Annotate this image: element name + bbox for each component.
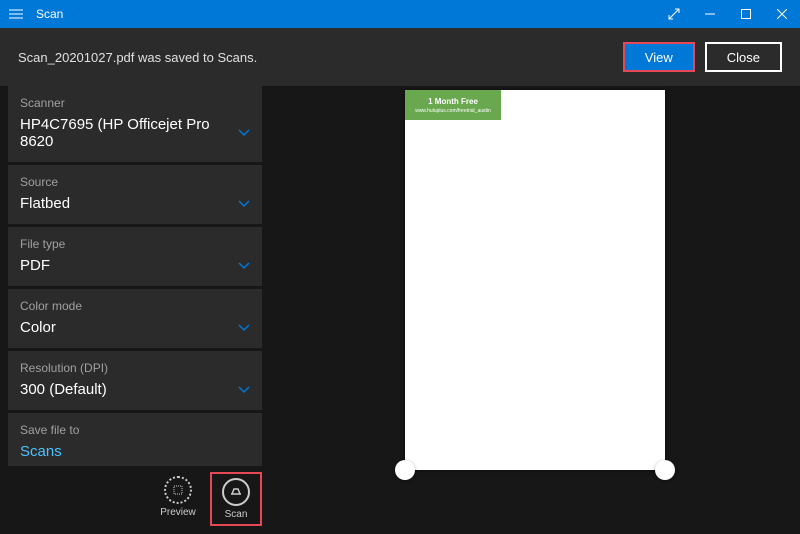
source-value: Flatbed bbox=[20, 195, 70, 212]
hamburger-icon bbox=[9, 9, 23, 19]
scan-icon bbox=[222, 478, 250, 506]
chevron-down-icon bbox=[238, 129, 250, 137]
chevron-down-icon bbox=[238, 386, 250, 394]
resolution-label: Resolution (DPI) bbox=[20, 361, 250, 375]
preview-label: Preview bbox=[160, 507, 196, 518]
diagonal-arrows-icon bbox=[668, 8, 680, 20]
preview-button[interactable]: Preview bbox=[152, 472, 204, 526]
window-title: Scan bbox=[32, 7, 656, 21]
chevron-down-icon bbox=[238, 262, 250, 270]
preview-area: 1 Month Free www.huluplus.com/freetrial_… bbox=[270, 86, 800, 534]
scanner-setting[interactable]: Scanner HP4C7695 (HP Officejet Pro 8620 bbox=[8, 86, 262, 162]
action-buttons: Preview Scan bbox=[0, 466, 270, 534]
colormode-setting[interactable]: Color mode Color bbox=[8, 289, 262, 348]
chevron-down-icon bbox=[238, 324, 250, 332]
crop-handle-bottom-right[interactable] bbox=[655, 460, 675, 480]
scanner-value: HP4C7695 (HP Officejet Pro 8620 bbox=[20, 116, 238, 150]
resolution-setting[interactable]: Resolution (DPI) 300 (Default) bbox=[8, 351, 262, 410]
savefile-label: Save file to bbox=[20, 423, 250, 437]
scanned-page[interactable]: 1 Month Free www.huluplus.com/freetrial_… bbox=[405, 90, 665, 470]
window-controls bbox=[656, 0, 800, 28]
close-icon bbox=[777, 9, 787, 19]
hamburger-menu-button[interactable] bbox=[0, 9, 32, 19]
settings-sidebar: Scanner HP4C7695 (HP Officejet Pro 8620 … bbox=[0, 86, 270, 534]
savefile-setting[interactable]: Save file to Scans bbox=[8, 413, 262, 466]
resolution-value: 300 (Default) bbox=[20, 381, 107, 398]
minimize-button[interactable] bbox=[692, 0, 728, 28]
scan-button[interactable]: Scan bbox=[210, 472, 262, 526]
chevron-down-icon bbox=[238, 200, 250, 208]
page-banner: 1 Month Free www.huluplus.com/freetrial_… bbox=[405, 90, 501, 120]
content-area: Scanner HP4C7695 (HP Officejet Pro 8620 … bbox=[0, 86, 800, 534]
scan-label: Scan bbox=[225, 509, 248, 520]
titlebar: Scan bbox=[0, 0, 800, 28]
close-window-button[interactable] bbox=[764, 0, 800, 28]
minimize-icon bbox=[705, 9, 715, 19]
close-notification-button[interactable]: Close bbox=[705, 42, 782, 72]
scanner-label: Scanner bbox=[20, 96, 250, 110]
notification-bar: Scan_20201027.pdf was saved to Scans. Vi… bbox=[0, 28, 800, 86]
source-label: Source bbox=[20, 175, 250, 189]
restore-diagonal-button[interactable] bbox=[656, 0, 692, 28]
colormode-value: Color bbox=[20, 319, 56, 336]
view-button[interactable]: View bbox=[623, 42, 695, 72]
maximize-button[interactable] bbox=[728, 0, 764, 28]
crop-handle-bottom-left[interactable] bbox=[395, 460, 415, 480]
colormode-label: Color mode bbox=[20, 299, 250, 313]
filetype-label: File type bbox=[20, 237, 250, 251]
banner-url: www.huluplus.com/freetrial_austin bbox=[415, 108, 491, 114]
preview-icon bbox=[164, 476, 192, 504]
notification-message: Scan_20201027.pdf was saved to Scans. bbox=[18, 50, 613, 65]
banner-title: 1 Month Free bbox=[428, 97, 478, 106]
filetype-setting[interactable]: File type PDF bbox=[8, 227, 262, 286]
savefile-value: Scans bbox=[20, 443, 62, 460]
source-setting[interactable]: Source Flatbed bbox=[8, 165, 262, 224]
maximize-icon bbox=[741, 9, 751, 19]
filetype-value: PDF bbox=[20, 257, 50, 274]
